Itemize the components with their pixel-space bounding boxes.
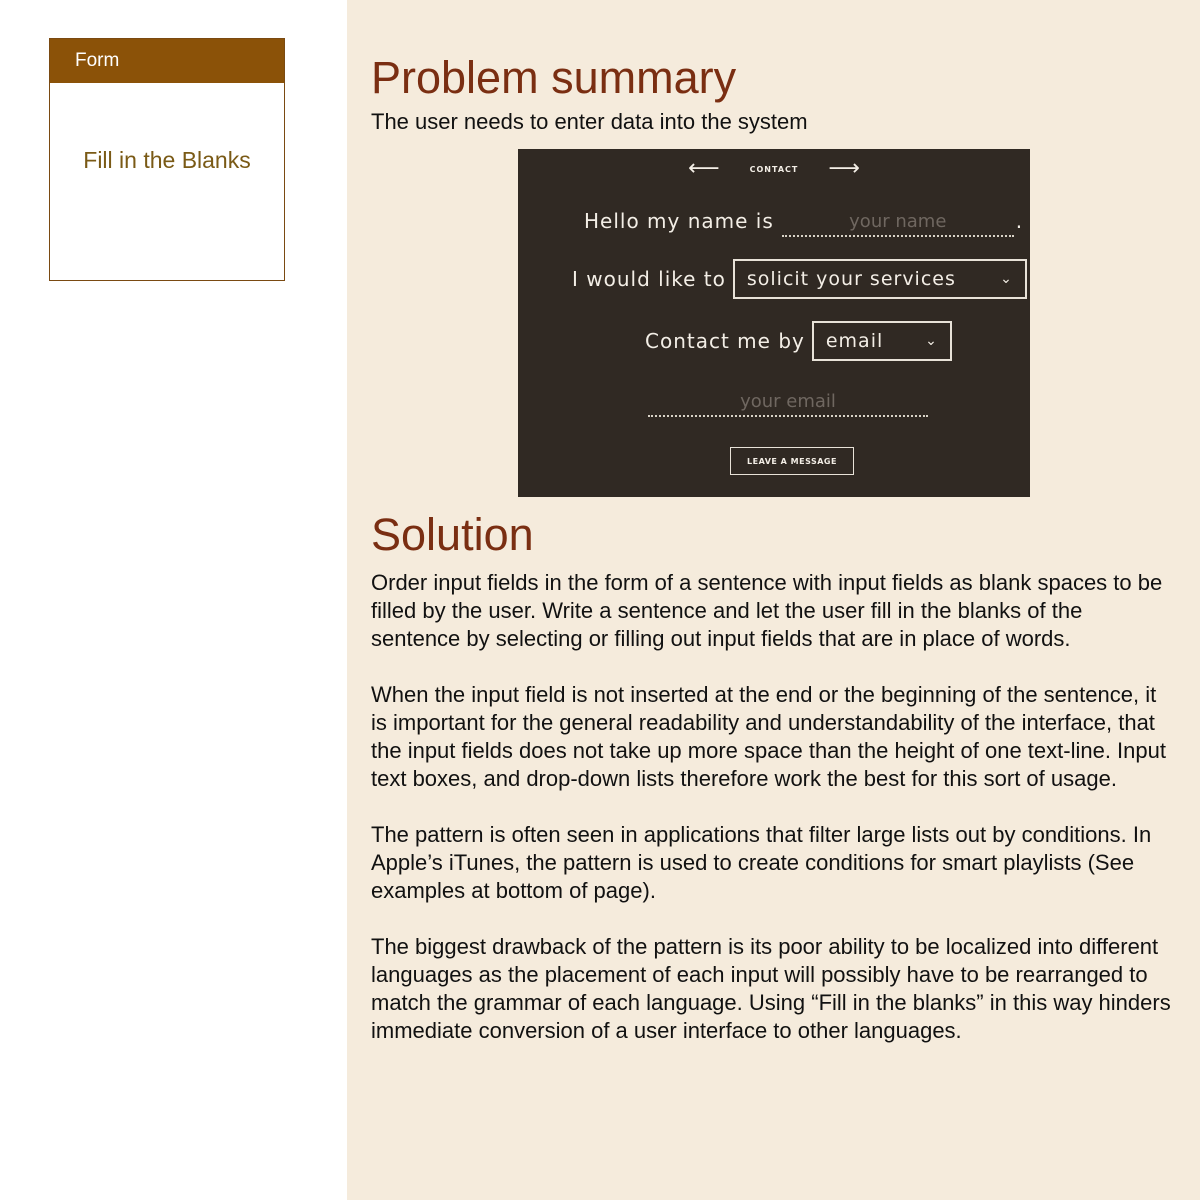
solution-paragraph: When the input field is not inserted at … — [371, 682, 1166, 791]
solution-paragraph: Order input fields in the form of a sent… — [371, 570, 1163, 651]
example-intent-value: solicit your services — [746, 268, 956, 290]
solution-heading: Solution — [371, 509, 534, 560]
chevron-down-icon: ⌄ — [1000, 271, 1013, 287]
solution-paragraph: The pattern is often seen in application… — [371, 822, 1152, 903]
example-nav: ⟵ CONTACT ⟶ — [518, 157, 1030, 181]
example-form-image: ⟵ CONTACT ⟶ Hello my name is your name .… — [518, 149, 1030, 497]
example-contact-select[interactable]: email ⌄ — [811, 321, 952, 361]
pattern-card[interactable]: Form Fill in the Blanks — [49, 38, 285, 281]
example-intent-select[interactable]: solicit your services ⌄ — [732, 259, 1027, 299]
example-intent-row: I would like to solicit your services ⌄ — [572, 259, 1027, 299]
solution-paragraph: The biggest drawback of the pattern is i… — [371, 934, 1171, 1043]
leave-message-button[interactable]: LEAVE A MESSAGE — [730, 447, 854, 475]
example-name-period: . — [1015, 209, 1023, 233]
example-email-input[interactable]: your email — [648, 385, 928, 417]
example-email-row: your email — [648, 385, 928, 417]
example-contact-row: Contact me by email ⌄ — [645, 321, 952, 361]
problem-heading: Problem summary — [371, 52, 737, 103]
example-name-row: Hello my name is your name . — [584, 205, 1022, 237]
chevron-down-icon: ⌄ — [925, 333, 938, 349]
example-contact-label: Contact me by — [645, 329, 805, 353]
example-nav-label: CONTACT — [749, 164, 799, 174]
pattern-card-category: Form — [50, 39, 284, 83]
solution-body: Order input fields in the form of a sent… — [371, 569, 1171, 1073]
left-column: Form Fill in the Blanks — [0, 0, 347, 1200]
pattern-card-title: Fill in the Blanks — [83, 147, 251, 173]
example-intent-label: I would like to — [572, 267, 726, 291]
arrow-right-icon[interactable]: ⟶ — [828, 157, 860, 181]
arrow-left-icon[interactable]: ⟵ — [688, 157, 720, 181]
example-name-input[interactable]: your name — [781, 205, 1014, 237]
example-contact-value: email — [825, 330, 884, 352]
example-name-label: Hello my name is — [584, 209, 774, 233]
problem-text: The user needs to enter data into the sy… — [371, 109, 808, 134]
